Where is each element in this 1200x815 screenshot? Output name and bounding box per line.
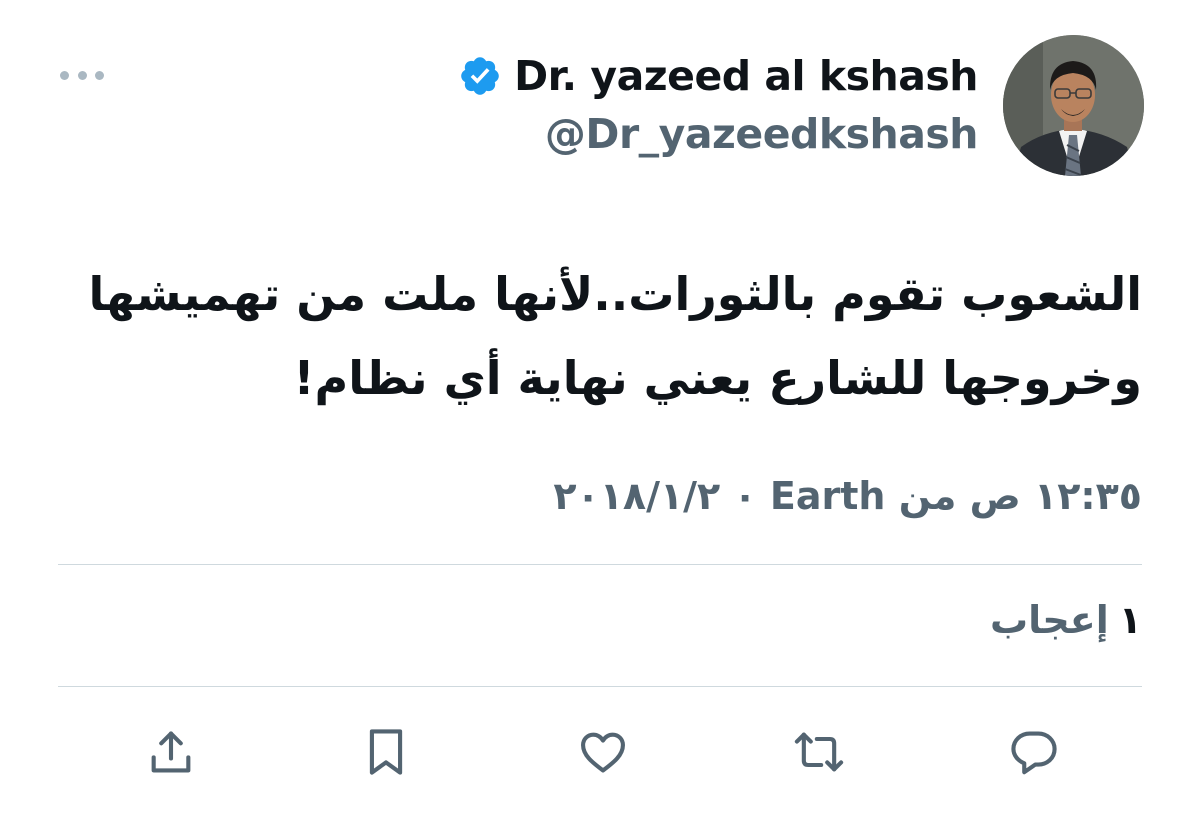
verified-badge-icon (458, 54, 502, 98)
reply-icon (1011, 731, 1057, 775)
tweet-detail: Dr. yazeed al kshash @Dr_yazeedkshash ال… (0, 0, 1200, 815)
author-handle[interactable]: @Dr_yazeedkshash (545, 110, 979, 158)
tweet-text-line: وخروجها للشارع يعني نهاية أي نظام! (293, 351, 1142, 405)
divider (58, 686, 1142, 687)
avatar[interactable] (1003, 35, 1144, 176)
bookmark-button[interactable] (356, 722, 416, 782)
retweet-button[interactable] (789, 722, 849, 782)
more-options-icon[interactable] (60, 60, 104, 90)
like-button[interactable] (573, 722, 633, 782)
reply-button[interactable] (1004, 722, 1064, 782)
share-icon (151, 731, 191, 773)
author-display-name[interactable]: Dr. yazeed al kshash (514, 52, 978, 100)
heart-icon (581, 732, 625, 773)
tweet-text: الشعوب تقوم بالثورات..لأنها ملت من تهميش… (52, 252, 1142, 420)
tweet-text-line: الشعوب تقوم بالثورات..لأنها ملت من تهميش… (88, 267, 1142, 321)
likes-count: ١ (1118, 598, 1142, 642)
tweet-timestamp-source[interactable]: ١٢:٣٥ ص من Earth ٠ ٢٠١٨/١/٢ (553, 474, 1142, 518)
share-button[interactable] (141, 722, 201, 782)
author-name-row[interactable]: Dr. yazeed al kshash (458, 52, 978, 100)
likes-label: إعجاب (989, 598, 1109, 642)
retweet-icon (794, 732, 844, 772)
likes-count-link[interactable]: ١إعجاب (990, 598, 1142, 642)
divider (58, 564, 1142, 565)
bookmark-icon (369, 729, 403, 775)
